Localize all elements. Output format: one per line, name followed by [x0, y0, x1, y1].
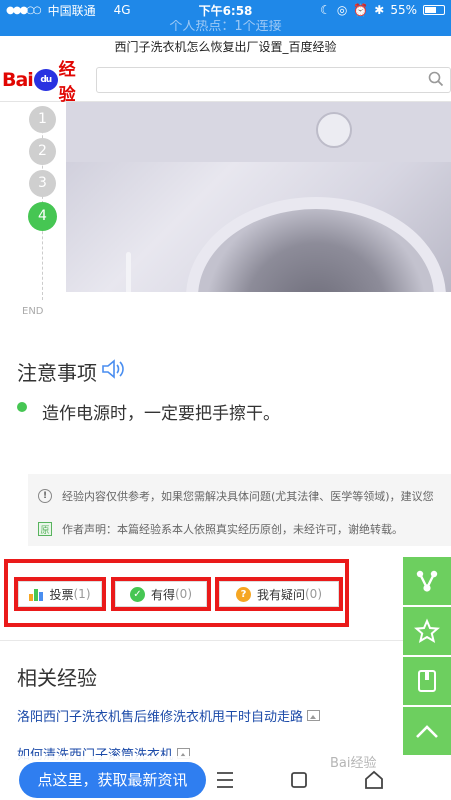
battery-icon [423, 5, 445, 15]
carrier-label: 中国联通 [47, 3, 96, 18]
washer-door [186, 197, 446, 292]
chevron-up-icon[interactable] [403, 707, 451, 755]
status-bar: ●●●○○ 中国联通 4G 下午6:58 ☾ ◎ ⏰ ✱ 55% [0, 0, 451, 20]
disclaimer-box: ! 经验内容仅供参考，如果您需解决具体问题(尤其法律、医学等领域)，建议您 原 … [28, 474, 451, 546]
question-icon: ? [235, 586, 251, 602]
bar-chart-icon [29, 588, 44, 601]
action-bar-highlight: 投票 (1) ✓ 有得 (0) ? 我有疑问 (0) [4, 559, 349, 627]
related-link[interactable]: 洛阳西门子洗衣机售后维修洗衣机甩干时自动走路 [17, 706, 321, 725]
lock-rotation-icon: ◎ [336, 3, 348, 17]
get-news-button[interactable]: 点这里，获取最新资讯 [19, 762, 206, 798]
search-icon[interactable] [428, 71, 444, 91]
image-icon [307, 710, 321, 721]
menu-icon[interactable] [213, 768, 237, 792]
bottom-toolbar: 点这里，获取最新资讯 [0, 756, 451, 800]
vote-button[interactable]: 投票 (1) [14, 577, 106, 611]
warning-icon: ! [38, 489, 52, 503]
paw-icon: du [33, 68, 58, 91]
moon-icon: ☾ [320, 3, 331, 17]
original-badge-icon: 原 [38, 522, 52, 536]
note-item: 造作电源时，一定要把手擦干。 [42, 404, 280, 424]
author-statement: 作者声明：本篇经验系本人依照真实经历原创，未经许可，谢绝转载。 [62, 523, 403, 536]
end-label: END [22, 306, 44, 317]
site-header: Bai du 经验 [0, 55, 451, 105]
network-label: 4G [113, 3, 131, 17]
home-icon[interactable] [362, 768, 386, 792]
dial-knob [316, 112, 352, 148]
signal-icon: ●●●○○ [6, 4, 42, 16]
step-image[interactable] [66, 102, 451, 292]
alarm-icon: ⏰ [353, 3, 369, 17]
search-input[interactable] [96, 66, 451, 93]
step-1-marker[interactable]: 1 [29, 106, 56, 133]
tabs-icon[interactable] [287, 768, 311, 792]
notes-heading: 注意事项 [17, 357, 127, 386]
step-2-marker[interactable]: 2 [29, 138, 56, 165]
disclaimer-text: 经验内容仅供参考，如果您需解决具体问题(尤其法律、医学等领域)，建议您 [62, 490, 434, 503]
step-4-marker[interactable]: 4 [28, 202, 57, 231]
speaker-icon[interactable] [101, 358, 127, 385]
star-icon[interactable] [403, 607, 451, 655]
check-icon: ✓ [129, 586, 145, 602]
share-icon[interactable] [403, 557, 451, 605]
useful-button[interactable]: ✓ 有得 (0) [111, 577, 211, 611]
page: ●●●○○ 中国联通 4G 下午6:58 ☾ ◎ ⏰ ✱ 55% 个人热点：1个… [0, 0, 451, 800]
battery-label: 55% [390, 3, 417, 17]
divider [0, 640, 451, 641]
baidu-watermark: Bai经验 [330, 756, 377, 771]
step-3-marker[interactable]: 3 [29, 170, 56, 197]
book-icon[interactable] [403, 657, 451, 705]
bluetooth-icon: ✱ [374, 3, 385, 17]
question-button[interactable]: ? 我有疑问 (0) [215, 577, 343, 611]
baidu-jingyan-logo[interactable]: Bai du 经验 [2, 55, 90, 105]
bullet-dot [17, 402, 27, 412]
related-heading: 相关经验 [17, 666, 97, 690]
